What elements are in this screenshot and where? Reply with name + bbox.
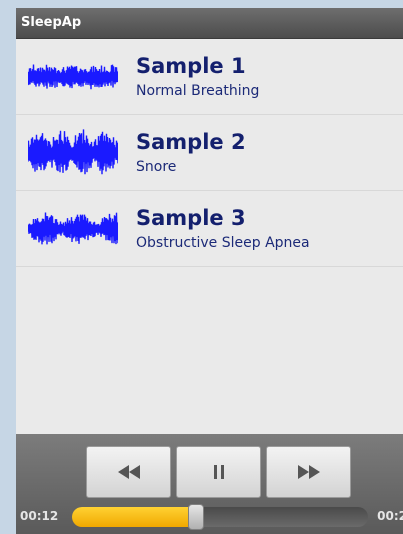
sample-list: Sample 1 Normal Breathing Sample 2 Snore… [16, 39, 403, 267]
pause-button[interactable] [176, 446, 261, 498]
sample-item-2[interactable]: Sample 2 Snore [16, 115, 403, 191]
seek-bar[interactable] [72, 507, 368, 527]
rewind-button[interactable] [86, 446, 171, 498]
app-window: SleepAp Sample 1 Normal Breathing Sample… [16, 8, 403, 534]
seek-bar-fill [72, 507, 197, 527]
waveform-path [28, 211, 118, 244]
sample-item-3[interactable]: Sample 3 Obstructive Sleep Apnea [16, 191, 403, 267]
seek-thumb[interactable] [188, 504, 205, 530]
title-bar: SleepAp [16, 8, 403, 39]
fast-forward-icon [297, 465, 320, 479]
seek-row: 00:12 00:2 [16, 504, 403, 530]
total-time: 00:2 [377, 509, 403, 523]
current-time: 00:12 [20, 509, 59, 523]
app-title: SleepAp [21, 15, 82, 30]
sample-subtitle: Obstructive Sleep Apnea [136, 234, 310, 251]
waveform-path [28, 128, 118, 174]
playback-buttons [86, 446, 351, 498]
player-controls: 00:12 00:2 [16, 434, 403, 534]
waveform-icon [28, 211, 118, 244]
waveform-icon [28, 128, 118, 174]
sample-title: Sample 3 [136, 205, 246, 230]
rewind-icon [117, 465, 140, 479]
sample-title: Sample 2 [136, 129, 246, 154]
sample-title: Sample 1 [136, 53, 246, 78]
sample-item-1[interactable]: Sample 1 Normal Breathing [16, 39, 403, 115]
sample-subtitle: Normal Breathing [136, 82, 260, 99]
pause-icon [213, 465, 224, 479]
sample-subtitle: Snore [136, 158, 177, 175]
fast-forward-button[interactable] [266, 446, 351, 498]
waveform-path [28, 63, 118, 89]
waveform-icon [28, 63, 118, 89]
